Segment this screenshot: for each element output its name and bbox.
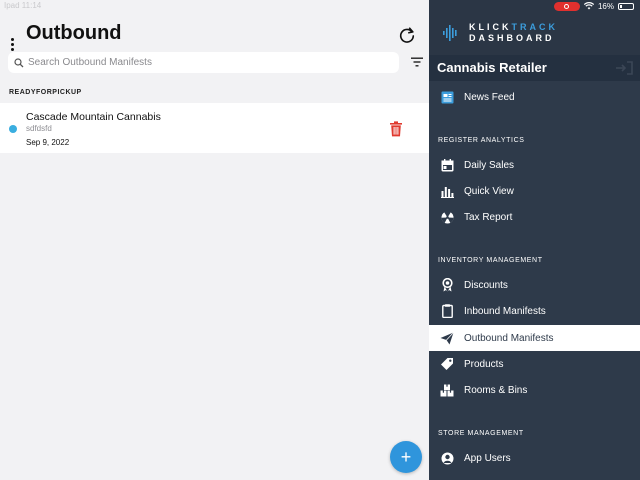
- sidebar-item-daily-sales[interactable]: Daily Sales: [429, 152, 640, 178]
- brand-name: KLICKTRACK: [469, 22, 558, 32]
- sidebar-item-label: App Users: [464, 452, 511, 464]
- status-dot: [9, 125, 17, 133]
- section-inventory-management: INVENTORY MANAGEMENT: [438, 257, 543, 264]
- sidebar-item-label: Rooms & Bins: [464, 384, 528, 396]
- add-manifest-button[interactable]: +: [390, 441, 422, 473]
- sidebar-item-quick-view[interactable]: Quick View: [429, 178, 640, 204]
- sidebar-item-inbound-manifests[interactable]: Inbound Manifests: [429, 298, 640, 324]
- clipboard-icon: [440, 304, 454, 318]
- section-store-management: STORE MANAGEMENT: [438, 430, 524, 437]
- section-label-readyforpickup: READYFORPICKUP: [9, 89, 82, 96]
- status-indicators: 16%: [553, 1, 634, 11]
- page-title: Outbound: [26, 22, 122, 44]
- sidebar-item-label: Tax Report: [464, 211, 513, 223]
- manifest-row[interactable]: Cascade Mountain Cannabis sdfdsfd Sep 9,…: [0, 103, 429, 153]
- brand-logo-icon: [443, 25, 457, 41]
- brand-subtitle: DASHBOARD: [469, 33, 555, 43]
- filter-icon[interactable]: [410, 56, 424, 68]
- manifest-list-panel: Outbound READYFORPICKUP Cascade Mountain…: [0, 0, 429, 480]
- sidebar-item-label: Daily Sales: [464, 159, 515, 171]
- search-input[interactable]: [28, 57, 388, 68]
- calendar-icon: [440, 158, 454, 172]
- award-icon: [440, 278, 454, 292]
- section-register-analytics: REGISTER ANALYTICS: [438, 137, 525, 144]
- sidebar-item-discounts[interactable]: Discounts: [429, 272, 640, 298]
- sidebar-item-rooms-bins[interactable]: Rooms & Bins: [429, 377, 640, 403]
- wifi-icon: [583, 2, 594, 10]
- manifest-date: Sep 9, 2022: [26, 138, 70, 147]
- sidebar-item-news-feed[interactable]: News Feed: [429, 84, 640, 110]
- sidebar-item-label: Discounts: [464, 279, 508, 291]
- sidebar-item-outbound-manifests[interactable]: Outbound Manifests: [429, 325, 640, 351]
- manifest-title: Cascade Mountain Cannabis: [26, 111, 161, 123]
- sidebar-item-tax-report[interactable]: Tax Report: [429, 204, 640, 230]
- sidebar-item-label: News Feed: [464, 91, 515, 103]
- status-left-text: Ipad 11:14: [4, 1, 42, 10]
- search-bar[interactable]: [8, 52, 399, 73]
- sidebar-item-label: Outbound Manifests: [464, 332, 554, 344]
- sidebar-item-products[interactable]: Products: [429, 351, 640, 377]
- manifest-subtitle: sdfdsfd: [26, 124, 52, 133]
- sidebar-item-label: Products: [464, 358, 504, 370]
- trash-icon[interactable]: [389, 121, 403, 137]
- more-options-icon[interactable]: [9, 38, 15, 52]
- list-header: Outbound: [0, 12, 429, 84]
- sidebar: KLICKTRACK DASHBOARD Cannabis Retailer N…: [429, 0, 640, 480]
- store-name: Cannabis Retailer: [437, 60, 547, 75]
- radiation-icon: [440, 210, 454, 224]
- status-bar: Ipad 11:14 16%: [0, 0, 640, 12]
- brand-name-part1: KLICK: [469, 22, 512, 32]
- paper-plane-icon: [440, 331, 454, 345]
- screen-recording-icon: [553, 1, 580, 11]
- boxes-icon: [440, 383, 454, 397]
- user-circle-icon: [440, 451, 454, 465]
- tag-icon: [440, 357, 454, 371]
- battery-icon: [618, 2, 634, 10]
- newspaper-icon: [440, 90, 454, 104]
- store-header: Cannabis Retailer: [429, 55, 640, 81]
- brand-name-part2: TRACK: [511, 22, 558, 32]
- bar-chart-icon: [440, 184, 454, 198]
- sidebar-item-label: Inbound Manifests: [464, 305, 546, 317]
- refresh-icon[interactable]: [398, 26, 416, 44]
- sidebar-item-app-users[interactable]: App Users: [429, 445, 640, 471]
- battery-percent: 16%: [597, 1, 614, 11]
- search-icon: [14, 57, 24, 67]
- sidebar-item-label: Quick View: [464, 185, 514, 197]
- logout-icon[interactable]: [615, 61, 633, 75]
